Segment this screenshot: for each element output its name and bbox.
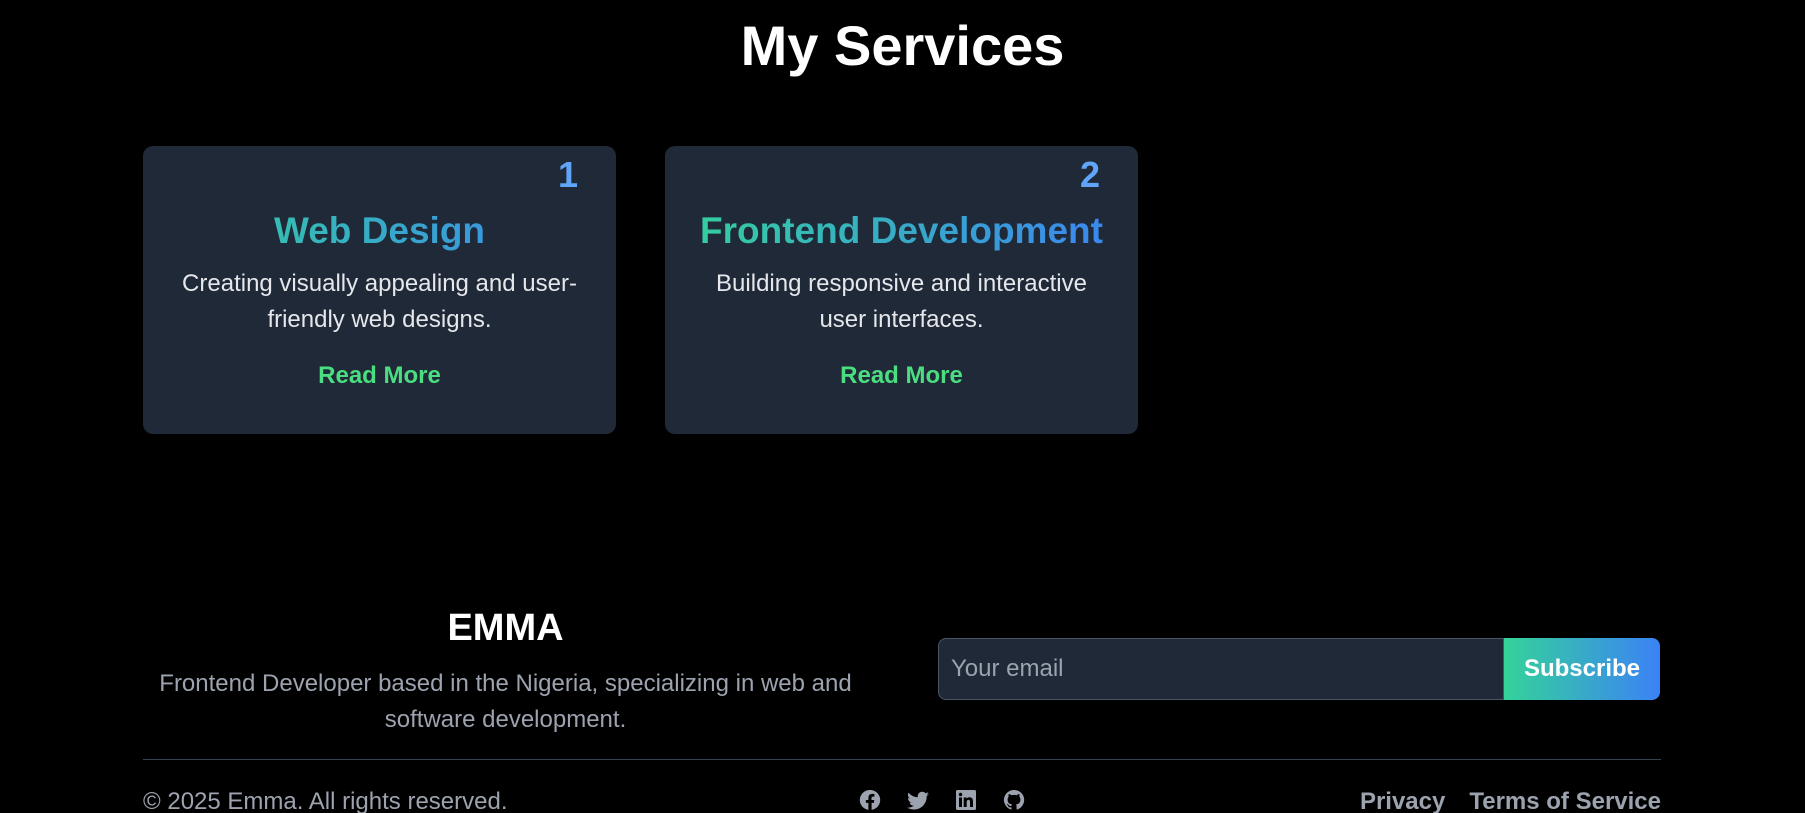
card-number: 2 <box>1079 154 1100 195</box>
email-input[interactable] <box>938 638 1504 700</box>
footer-divider <box>143 759 1661 760</box>
facebook-icon[interactable] <box>858 788 882 812</box>
social-links <box>858 788 1026 812</box>
read-more-link[interactable]: Read More <box>840 362 963 390</box>
privacy-link[interactable]: Privacy <box>1360 788 1445 813</box>
github-icon[interactable] <box>1002 788 1026 812</box>
card-title: Web Design <box>143 208 616 254</box>
read-more-link[interactable]: Read More <box>318 362 441 390</box>
copyright-text: © 2025 Emma. All rights reserved. <box>143 788 508 813</box>
subscribe-button[interactable]: Subscribe <box>1504 638 1660 700</box>
brand-tagline: Frontend Developer based in the Nigeria,… <box>159 670 852 733</box>
services-title: My Services <box>740 14 1065 77</box>
card-description: Building responsive and interactive user… <box>716 270 1087 333</box>
service-card-web-design: 1 Web Design Creating visually appealing… <box>143 146 616 434</box>
terms-of-service-link[interactable]: Terms of Service <box>1469 788 1661 813</box>
card-number: 1 <box>557 154 578 195</box>
services-cards: 1 Web Design Creating visually appealing… <box>143 146 1138 434</box>
card-description: Creating visually appealing and user-fri… <box>182 270 577 333</box>
service-card-frontend-development: 2 Frontend Development Building responsi… <box>665 146 1138 434</box>
linkedin-icon[interactable] <box>954 788 978 812</box>
twitter-icon[interactable] <box>906 788 930 812</box>
footer-brand: EMMA Frontend Developer based in the Nig… <box>143 604 868 738</box>
brand-name: EMMA <box>447 607 564 649</box>
page: My Services 1 Web Design Creating visual… <box>0 0 1805 813</box>
legal-links: Privacy Terms of Service <box>1360 788 1661 813</box>
card-title: Frontend Development <box>665 208 1138 254</box>
newsletter-form: Subscribe <box>938 638 1660 700</box>
